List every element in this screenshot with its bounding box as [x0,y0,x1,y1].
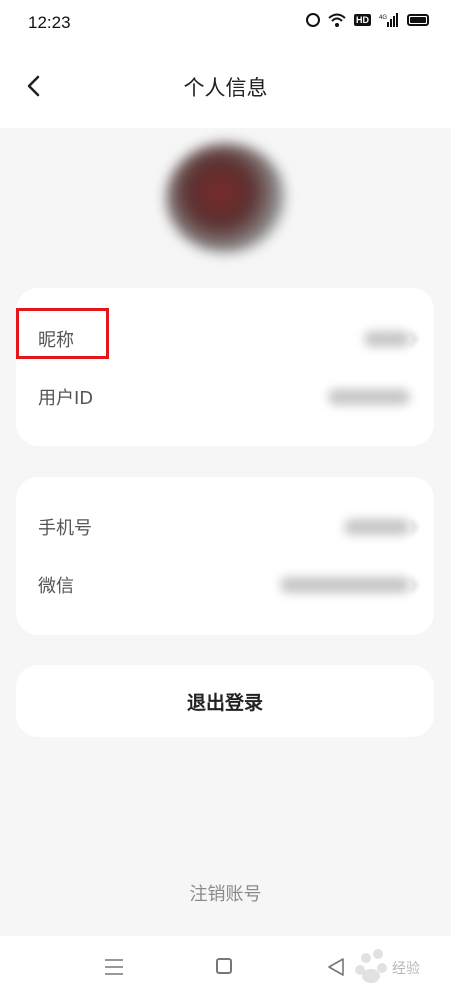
header: 个人信息 [0,46,451,128]
wechat-value [280,577,410,593]
account-card: 手机号 微信 [16,477,434,635]
highlight-box [16,308,109,359]
user-id-row[interactable]: 用户ID [16,368,434,426]
home-icon[interactable] [216,958,232,974]
signal-icon: 4G [379,13,398,27]
phone-row[interactable]: 手机号 [16,498,434,556]
user-id-label: 用户ID [38,388,94,409]
user-id-value [328,389,410,405]
wifi-icon [328,13,346,27]
watermark-text: 经验 [392,961,420,977]
avatar[interactable] [166,143,286,253]
battery-icon [407,14,429,26]
logout-button[interactable]: 退出登录 [16,665,434,737]
wechat-label: 微信 [38,576,74,597]
menu-icon[interactable] [104,958,124,976]
status-icons: HD 4G [306,13,429,27]
status-time: 12:23 [28,13,71,32]
alarm-icon [306,13,320,27]
hd-badge: HD [354,14,371,26]
phone-value [344,519,410,535]
phone-label: 手机号 [38,518,92,539]
back-triangle-icon[interactable] [326,957,346,977]
cancel-account-link[interactable]: 注销账号 [0,880,451,906]
status-bar: 12:23 HD 4G [0,0,451,46]
network-label: 4G [379,15,387,21]
wechat-row[interactable]: 微信 [16,556,434,614]
page-title: 个人信息 [183,76,268,100]
